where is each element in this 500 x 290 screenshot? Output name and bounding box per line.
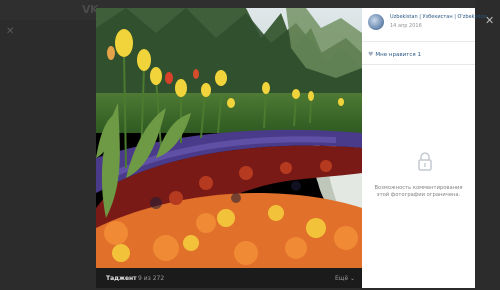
- divider: [362, 41, 475, 42]
- lock-icon: [418, 151, 432, 175]
- like-button[interactable]: ♥ Мне нравится 1: [368, 51, 421, 58]
- background-close-icon[interactable]: ✕: [6, 26, 14, 37]
- photo-viewer: Таджент 9 из 272 Ещё ⌄: [96, 8, 362, 288]
- photo-flowerbed: [96, 8, 362, 268]
- heart-icon: ♥: [368, 51, 374, 58]
- avatar[interactable]: [368, 14, 384, 30]
- background-left-column: [0, 20, 96, 290]
- post-date: 14 апр 2016: [390, 23, 422, 29]
- album-name-link[interactable]: Таджент: [106, 275, 137, 282]
- author-name-link[interactable]: Uzbekistan | Узбекистан | O'zbekiston: [390, 14, 487, 20]
- like-count: 1: [417, 52, 421, 58]
- photo-counter: 9 из 272: [138, 275, 165, 282]
- comments-restricted-note: Возможность комментирования этой фотогра…: [374, 185, 463, 198]
- photo-side-panel: Uzbekistan | Узбекистан | O'zbekiston 14…: [362, 8, 487, 288]
- like-label: Мне нравится: [375, 52, 416, 58]
- photo-bottom-bar: Таджент 9 из 272 Ещё ⌄: [96, 268, 362, 288]
- more-menu-button[interactable]: Ещё ⌄: [335, 275, 355, 282]
- photo[interactable]: [96, 8, 362, 268]
- divider: [362, 64, 475, 65]
- background-right-column: [475, 0, 500, 290]
